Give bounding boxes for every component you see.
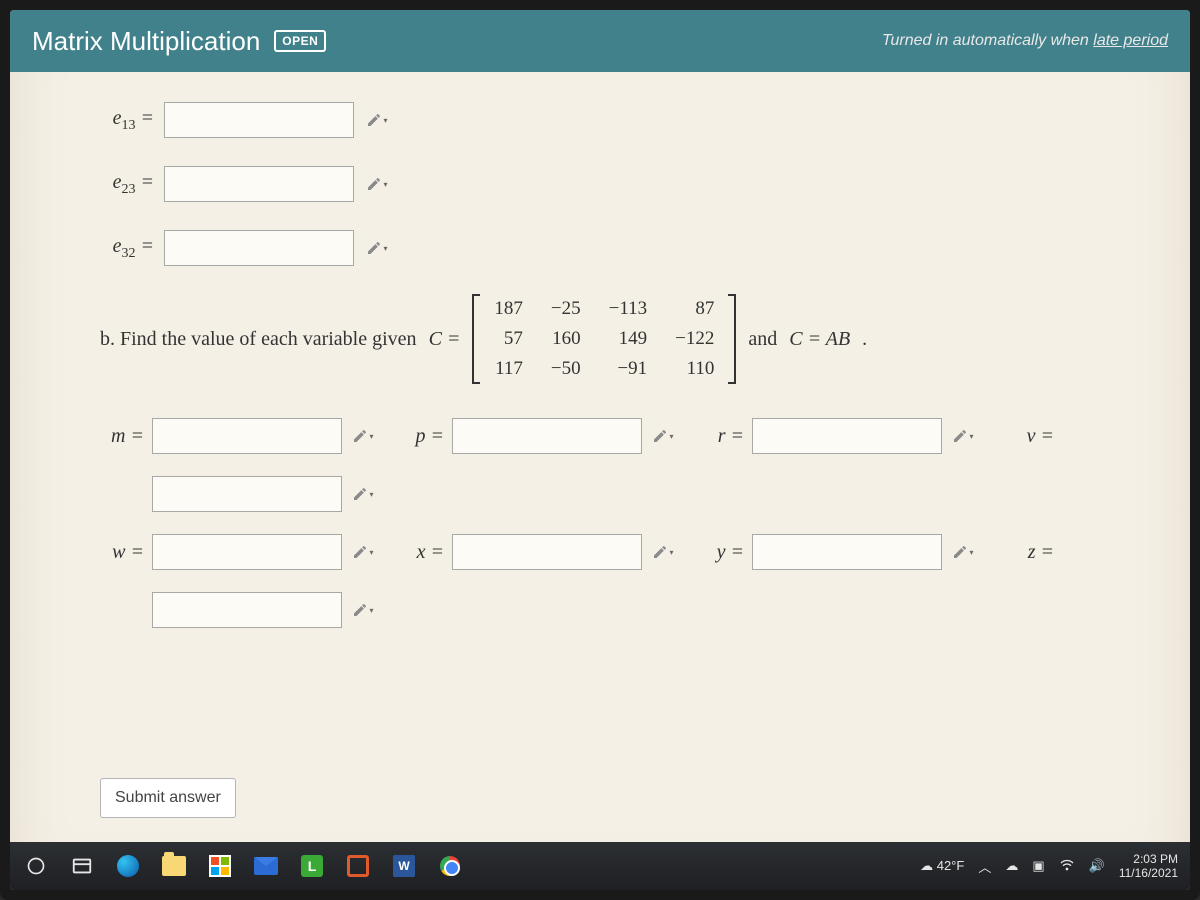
- pencil-icon: [352, 602, 368, 618]
- l-app-icon[interactable]: L: [298, 852, 326, 880]
- input-w[interactable]: [152, 534, 342, 570]
- pencil-icon: [352, 428, 368, 444]
- input-y[interactable]: [752, 534, 942, 570]
- late-period-link[interactable]: late period: [1093, 32, 1168, 49]
- input-e32[interactable]: [164, 230, 354, 266]
- format-menu-r[interactable]: ▾: [950, 423, 976, 449]
- label-x: x =: [400, 541, 444, 564]
- tray-chevron-icon[interactable]: ︿: [978, 857, 991, 876]
- input-e23[interactable]: [164, 166, 354, 202]
- wifi-icon[interactable]: [1059, 857, 1075, 876]
- label-blank1: [100, 483, 144, 506]
- label-y: y =: [700, 541, 744, 564]
- format-menu-e23[interactable]: ▾: [364, 171, 390, 197]
- input-e13[interactable]: [164, 102, 354, 138]
- input-extra2[interactable]: [152, 592, 342, 628]
- pencil-icon: [366, 112, 382, 128]
- format-menu-e32[interactable]: ▾: [364, 235, 390, 261]
- pencil-icon: [652, 544, 668, 560]
- task-view-icon[interactable]: [68, 852, 96, 880]
- label-r: r =: [700, 425, 744, 448]
- edge-icon[interactable]: [114, 852, 142, 880]
- office-icon[interactable]: [344, 852, 372, 880]
- label-w: w =: [100, 541, 144, 564]
- pencil-icon: [366, 176, 382, 192]
- submit-button[interactable]: Submit answer: [100, 778, 236, 818]
- label-e32: e32 =: [100, 235, 154, 262]
- label-v: v =: [1000, 425, 1054, 448]
- part-b-prompt: b. Find the value of each variable given…: [100, 294, 1150, 384]
- pencil-icon: [352, 544, 368, 560]
- late-period-note: Turned in automatically when late period: [882, 32, 1168, 50]
- onedrive-icon[interactable]: ☁: [1005, 858, 1018, 874]
- assignment-header: Matrix Multiplication OPEN Turned in aut…: [10, 10, 1190, 72]
- windows-taskbar: L W ☁ 42°F ︿ ☁ ▣ 🔊 2:03 PM 11/16/2021: [10, 842, 1190, 890]
- input-x[interactable]: [452, 534, 642, 570]
- format-menu-e13[interactable]: ▾: [364, 107, 390, 133]
- word-icon[interactable]: W: [390, 852, 418, 880]
- clock[interactable]: 2:03 PM 11/16/2021: [1119, 852, 1178, 881]
- pencil-icon: [952, 428, 968, 444]
- question-content: e13 = ▾ e23 = ▾ e32 = ▾: [10, 72, 1190, 842]
- label-e23: e23 =: [100, 171, 154, 198]
- format-menu-extra2[interactable]: ▾: [350, 597, 376, 623]
- label-p: p =: [400, 425, 444, 448]
- format-menu-x[interactable]: ▾: [650, 539, 676, 565]
- format-menu-y[interactable]: ▾: [950, 539, 976, 565]
- label-blank2: [100, 599, 144, 622]
- label-m: m =: [100, 425, 144, 448]
- format-menu-m[interactable]: ▾: [350, 423, 376, 449]
- weather-widget[interactable]: ☁ 42°F: [920, 858, 964, 874]
- mail-icon[interactable]: [252, 852, 280, 880]
- tray-icon-1[interactable]: ▣: [1032, 858, 1044, 874]
- pencil-icon: [366, 240, 382, 256]
- label-z: z =: [1000, 541, 1054, 564]
- input-m[interactable]: [152, 418, 342, 454]
- open-badge: OPEN: [274, 30, 326, 52]
- chrome-icon[interactable]: [436, 852, 464, 880]
- file-explorer-icon[interactable]: [160, 852, 188, 880]
- page-title: Matrix Multiplication: [32, 26, 260, 57]
- pencil-icon: [352, 486, 368, 502]
- label-e13: e13 =: [100, 107, 154, 134]
- format-menu-p[interactable]: ▾: [650, 423, 676, 449]
- format-menu-w[interactable]: ▾: [350, 539, 376, 565]
- input-p[interactable]: [452, 418, 642, 454]
- start-icon[interactable]: [22, 852, 50, 880]
- store-icon[interactable]: [206, 852, 234, 880]
- sound-icon[interactable]: 🔊: [1089, 858, 1105, 874]
- input-r[interactable]: [752, 418, 942, 454]
- pencil-icon: [652, 428, 668, 444]
- pencil-icon: [952, 544, 968, 560]
- input-extra1[interactable]: [152, 476, 342, 512]
- matrix-C: 187−25−11387 57160149−122 117−50−91110: [472, 294, 736, 384]
- format-menu-extra1[interactable]: ▾: [350, 481, 376, 507]
